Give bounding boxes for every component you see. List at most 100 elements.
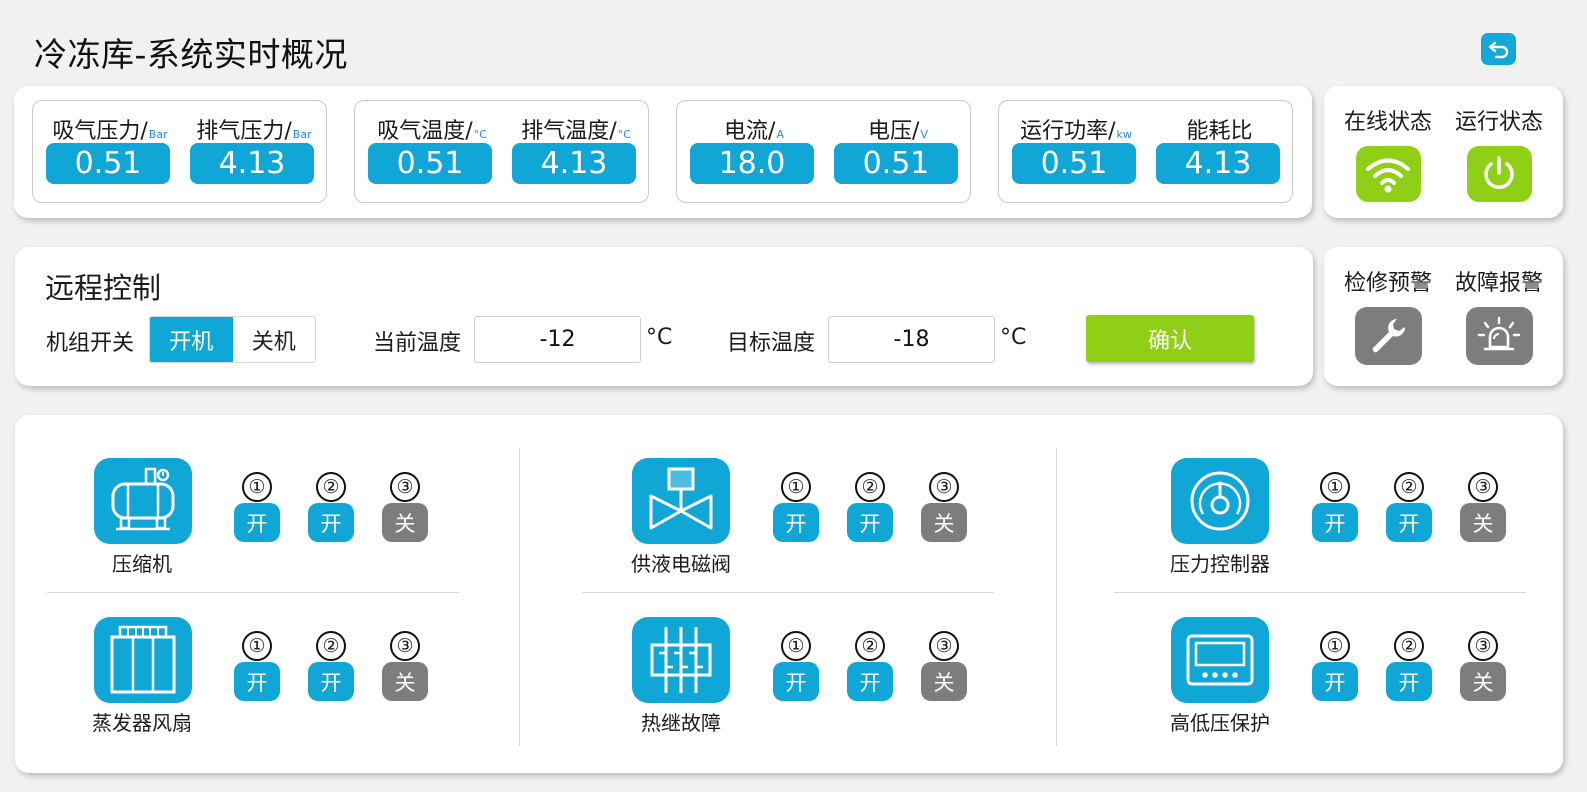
device-name: 高低压保护 (1170, 711, 1270, 735)
running-status: 运行状态 (1449, 104, 1549, 202)
device-name: 压力控制器 (1170, 552, 1270, 576)
metric-value: 18.0 (690, 143, 814, 184)
fault-alarm-indicator (1465, 307, 1533, 365)
back-arrow-icon (1488, 41, 1508, 59)
device-name: 蒸发器风扇 (92, 711, 192, 735)
fault-alarm-label: 故障报警 (1454, 271, 1543, 296)
channel-number: ② (855, 472, 885, 502)
channel-state[interactable]: 开 (1386, 503, 1432, 542)
current: 电流/A 18.0 (690, 101, 818, 202)
metric-value: 4.13 (1156, 143, 1280, 184)
energy-efficiency-ratio: 能耗比 4.13 (1156, 101, 1284, 202)
maintenance-warning-label: 检修预警 (1343, 271, 1432, 296)
thermal-relay-icon-tile (632, 617, 730, 703)
pressure-protector-icon (1186, 634, 1254, 686)
remote-control-title: 远程控制 (45, 271, 162, 305)
channel-state[interactable]: 开 (308, 662, 354, 701)
metric-label: 排气温度/°C (521, 119, 631, 144)
channel-state[interactable]: 关 (921, 503, 967, 542)
metric-value: 4.13 (190, 143, 314, 184)
channel-state[interactable]: 开 (773, 662, 819, 701)
metric-value: 0.51 (1012, 143, 1136, 184)
channel-number: ③ (1468, 472, 1498, 502)
power-icon (1484, 156, 1514, 189)
channel-number: ② (316, 472, 346, 502)
back-button[interactable] (1481, 33, 1516, 65)
channel-state[interactable]: 开 (1312, 662, 1358, 701)
pressure-protector-icon-tile (1171, 617, 1269, 703)
current-temp-input[interactable] (474, 316, 641, 363)
channel-state[interactable]: 开 (1386, 662, 1432, 701)
channel-state[interactable]: 关 (1460, 662, 1506, 701)
channel-number: ① (1320, 472, 1350, 502)
channel-state[interactable]: 开 (847, 662, 893, 701)
pressure-gauge-icon-tile (1171, 458, 1269, 544)
solenoid-valve-icon-tile (632, 458, 730, 544)
channel-state[interactable]: 开 (773, 503, 819, 542)
device-name: 热继故障 (641, 711, 721, 735)
confirm-button[interactable]: 确认 (1086, 315, 1254, 362)
maintenance-warning-indicator (1354, 307, 1422, 365)
metric-label: 排气压力/Bar (196, 119, 312, 144)
running-status-label: 运行状态 (1454, 110, 1543, 135)
channel-number: ① (781, 472, 811, 502)
channel-state[interactable]: 关 (921, 662, 967, 701)
metric-value: 0.51 (368, 143, 492, 184)
column-divider (519, 448, 520, 746)
channel-state[interactable]: 关 (382, 503, 428, 542)
maintenance-warning: 检修预警 (1338, 265, 1438, 365)
metric-value: 0.51 (46, 143, 170, 184)
online-status: 在线状态 (1338, 104, 1438, 202)
device-name: 压缩机 (112, 552, 172, 576)
metric-label: 吸气压力/Bar (52, 119, 168, 144)
alarm-panel: 检修预警 故障报警 (1324, 247, 1563, 386)
channel-number: ② (316, 631, 346, 661)
online-status-indicator (1355, 146, 1421, 202)
channel-state[interactable]: 开 (1312, 503, 1358, 542)
target-temp-input[interactable] (828, 316, 995, 363)
compressor-icon (111, 467, 175, 531)
channel-state[interactable]: 关 (382, 662, 428, 701)
current-temp-unit: °C (646, 325, 673, 350)
metric-label: 运行功率/kw (1020, 119, 1132, 144)
column-divider (1056, 448, 1057, 746)
channel-state[interactable]: 开 (308, 503, 354, 542)
wifi-icon (1366, 158, 1410, 193)
channel-state[interactable]: 关 (1460, 503, 1506, 542)
target-temp-unit: °C (1000, 325, 1027, 350)
power-on-button[interactable]: 开机 (150, 317, 233, 362)
channel-number: ② (1394, 631, 1424, 661)
channel-number: ① (1320, 631, 1350, 661)
electrical-group: 电流/A 18.0 电压/V 0.51 (676, 100, 971, 203)
solenoid-valve-icon (649, 467, 713, 530)
metric-value: 4.13 (512, 143, 636, 184)
metric-label: 能耗比 (1186, 119, 1253, 144)
temperature-group: 吸气温度/°C 0.51 排气温度/°C 4.13 (354, 100, 649, 203)
status-panel: 在线状态 运行状态 (1324, 86, 1563, 218)
unit-switch-label: 机组开关 (46, 331, 135, 356)
row-divider (582, 592, 994, 593)
channel-number: ③ (390, 631, 420, 661)
metric-label: 电流/A (724, 119, 784, 144)
fault-alarm: 故障报警 (1449, 265, 1549, 365)
channel-number: ③ (929, 631, 959, 661)
target-temp-label: 目标温度 (727, 331, 816, 356)
device-name: 供液电磁阀 (631, 552, 731, 576)
compressor-icon-tile (94, 458, 192, 544)
channel-number: ① (781, 631, 811, 661)
thermal-relay-icon (650, 627, 712, 693)
channel-state[interactable]: 开 (847, 503, 893, 542)
row-divider (1114, 592, 1526, 593)
metric-value: 0.51 (834, 143, 958, 184)
devices-panel: 压缩机 ① 开 ② 开 ③ 关 供液电磁阀 ① 开 ② 开 ③ 关 压力控制器 … (15, 415, 1563, 773)
channel-number: ③ (929, 472, 959, 502)
discharge-pressure: 排气压力/Bar 4.13 (190, 101, 318, 202)
channel-number: ② (855, 631, 885, 661)
siren-icon (1477, 316, 1521, 351)
channel-state[interactable]: 开 (234, 503, 280, 542)
metric-label: 吸气温度/°C (377, 119, 487, 144)
channel-number: ② (1394, 472, 1424, 502)
power-off-button[interactable]: 关机 (232, 317, 315, 362)
row-divider (47, 592, 459, 593)
channel-state[interactable]: 开 (234, 662, 280, 701)
